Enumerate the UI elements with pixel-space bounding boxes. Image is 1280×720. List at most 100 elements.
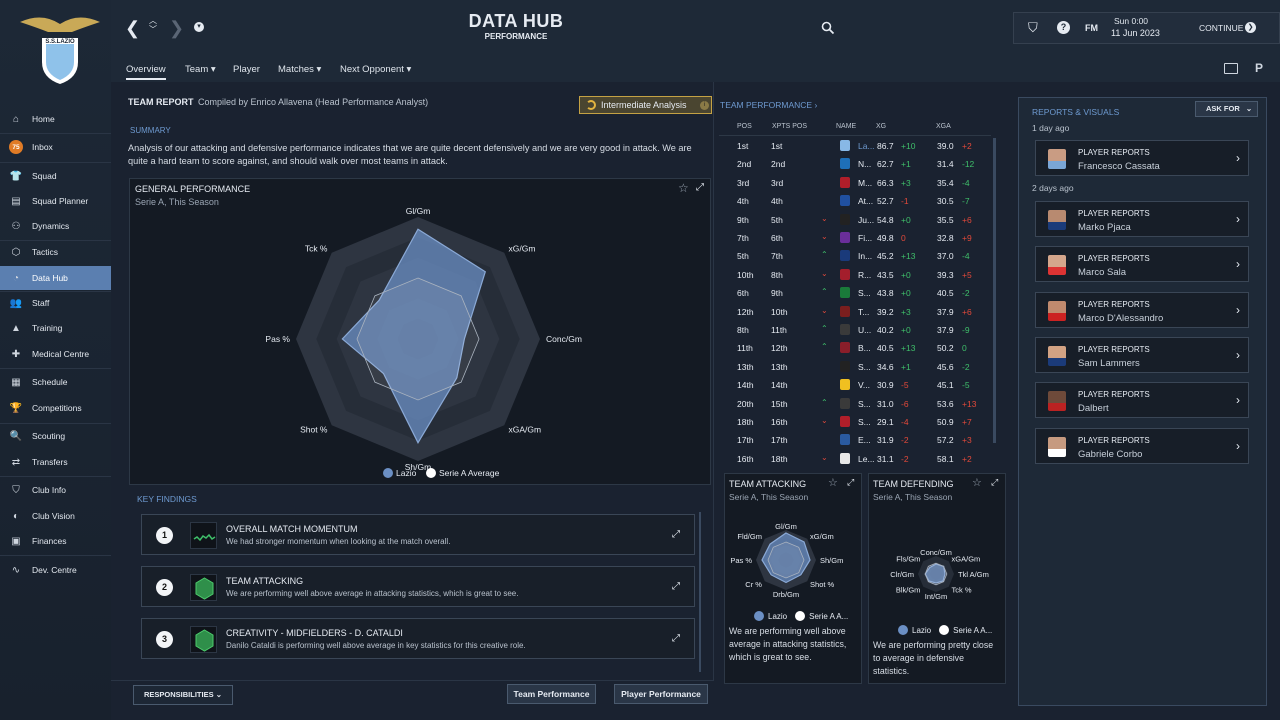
team-name-cell: Le... [858,453,875,464]
sidebar-item-competitions[interactable]: 🏆 Competitions [0,396,111,420]
player-report-item[interactable]: PLAYER REPORTS Dalbert › [1035,382,1249,418]
table-row[interactable]: 18th 16th ⌄ S... 29.1 -4 50.9 +7 [733,413,998,431]
team-performance-button[interactable]: Team Performance [507,684,596,704]
search-icon: 🔍 [9,430,23,442]
sidebar-item-dev-centre[interactable]: ∿ Dev. Centre [0,558,111,582]
chevron-right-icon: › [1236,257,1240,271]
sidebar-item-club-info[interactable]: ⛉ Club Info [0,478,111,502]
club-badge-icon [840,250,850,262]
table-row[interactable]: 20th 15th ⌃ S... 31.0 -6 53.6 +13 [733,395,998,413]
player-performance-button[interactable]: Player Performance [614,684,708,704]
table-row[interactable]: 8th 11th ⌃ U... 40.2 +0 37.9 -9 [733,321,998,339]
table-row[interactable]: 6th 9th ⌃ S... 43.8 +0 40.5 -2 [733,284,998,302]
sidebar-item-squad-planner[interactable]: ▤ Squad Planner [0,189,111,213]
tab-next-opponent[interactable]: Next Opponent ▾ [340,64,411,75]
table-row[interactable]: 17th 17th E... 31.9 -2 57.2 +3 [733,431,998,449]
info-icon[interactable]: i [700,101,709,110]
table-row[interactable]: 4th 4th At... 52.7 -1 30.5 -7 [733,192,998,210]
pos-cell: 16th [737,453,754,464]
table-row[interactable]: 7th 6th ⌄ Fi... 49.8 0 32.8 +9 [733,229,998,247]
defending-radar-axis-label: Tkl A/Gm [958,570,989,579]
xga-cell: 40.5 [937,288,954,299]
ask-for-button[interactable]: ASK FOR ⌄ [1195,101,1258,117]
sidebar-item-medical-centre[interactable]: ✚ Medical Centre [0,342,111,366]
sidebar-item-schedule[interactable]: ▦ Schedule [0,370,111,394]
table-row[interactable]: 14th 14th V... 30.9 -5 45.1 -5 [733,376,998,394]
table-row[interactable]: 12th 10th ⌄ T... 39.2 +3 37.9 +6 [733,303,998,321]
sidebar-item-transfers[interactable]: ⇄ Transfers [0,450,111,474]
key-finding-item[interactable]: 1 OVERALL MATCH MOMENTUM We had stronger m… [141,514,695,555]
expand-icon[interactable]: ⤢ [847,477,854,488]
sidebar-item-squad[interactable]: 👕 Squad [0,164,111,188]
xga-cell: 58.1 [937,453,954,464]
sidebar-item-club-vision[interactable]: ◐ Club Vision [0,504,111,528]
history-dropdown-icon[interactable]: ▾ [194,22,204,32]
club-shield-icon[interactable]: ⛉ [1028,20,1038,36]
sidebar-item-training[interactable]: ▲ Training [0,316,111,340]
finding-title: TEAM ATTACKING [226,576,304,586]
table-row[interactable]: 1st 1st La... 86.7 +10 39.0 +2 [733,137,998,155]
fm-menu-button[interactable]: FM [1085,23,1098,33]
expand-icon[interactable]: ⤢ [672,633,680,644]
player-report-item[interactable]: PLAYER REPORTS Francesco Cassata › [1035,140,1249,176]
screen-icon[interactable] [1224,63,1238,74]
sidebar-item-tactics[interactable]: ⬡ Tactics [0,240,111,264]
table-row[interactable]: 16th 18th ⌄ Le... 31.1 -2 58.1 +2 [733,450,998,468]
sidebar-item-scouting[interactable]: 🔍 Scouting [0,424,111,448]
team-name-cell: R... [858,269,872,280]
key-finding-item[interactable]: 3 CREATIVITY - MIDFIELDERS - D. CATALDI Da… [141,618,695,659]
xpts-pos-cell: 6th [771,233,783,243]
player-report-item[interactable]: PLAYER REPORTS Marco Sala › [1035,246,1249,282]
table-row[interactable]: 13th 13th S... 34.6 +1 45.6 -2 [733,358,998,376]
team-defending-title: TEAM DEFENDING [873,479,954,489]
tab-player[interactable]: Player [233,64,260,75]
table-row[interactable]: 2nd 2nd N... 62.7 +1 31.4 -12 [733,155,998,173]
key-finding-item[interactable]: 2 TEAM ATTACKING We are performing well ab… [141,566,695,607]
sidebar-item-staff[interactable]: 👥 Staff [0,291,111,315]
defending-radar-axis-label: Int/Gm [925,592,948,601]
player-report-item[interactable]: PLAYER REPORTS Marco D'Alessandro › [1035,292,1249,328]
pos-cell: 6th [737,288,749,299]
expand-icon[interactable]: ⤢ [672,581,680,592]
expand-icon[interactable]: ⤢ [991,477,998,488]
report-player-name: Sam Lammers [1078,358,1140,369]
player-report-item[interactable]: PLAYER REPORTS Marko Pjaca › [1035,201,1249,237]
table-row[interactable]: 10th 8th ⌄ R... 43.5 +0 39.3 +5 [733,266,998,284]
back-icon[interactable]: ❮ [125,18,140,39]
xg-cell: 40.5 [877,343,894,354]
table-row[interactable]: 5th 7th ⌃ In... 45.2 +13 37.0 -4 [733,247,998,265]
sidebar-item-home[interactable]: ⌂ Home [0,107,111,131]
sidebar-item-inbox[interactable]: 75 Inbox [0,135,111,159]
table-row[interactable]: 3rd 3rd M... 66.3 +3 35.4 -4 [733,174,998,192]
continue-button[interactable]: CONTINUE [1199,23,1243,33]
search-icon[interactable] [821,21,835,35]
star-icon[interactable]: ☆ [828,476,838,489]
momentum-chart-icon [190,522,217,549]
table-row[interactable]: 11th 12th ⌃ B... 40.5 +13 50.2 0 [733,339,998,357]
team-performance-link[interactable]: TEAM PERFORMANCE › [720,100,817,110]
sidebar-item-data-hub[interactable]: ◔ Data Hub [0,266,111,290]
responsibilities-button[interactable]: RESPONSIBILITIES ⌄ [133,685,233,705]
arrow-down-icon: ⌄ [821,232,828,241]
findings-scrollbar[interactable] [699,512,701,672]
sidebar-item-finances[interactable]: ▣ Finances [0,529,111,553]
page-title: DATA HUB [468,11,564,31]
tab-overview[interactable]: Overview [126,64,166,80]
help-icon[interactable]: ? [1057,21,1070,34]
finding-number: 1 [156,527,173,544]
arrow-up-icon: ⌃ [821,287,828,297]
finding-description: We had stronger momentum when looking at… [226,537,451,546]
expand-icon[interactable]: ⤢ [672,529,680,540]
xga-diff-cell: 0 [962,343,967,354]
tab-matches[interactable]: Matches ▾ [278,64,321,75]
star-icon[interactable]: ☆ [972,476,982,489]
up-down-icon[interactable]: ︿ ﹀ [149,16,157,34]
tab-team[interactable]: Team ▾ [185,64,216,75]
player-report-item[interactable]: PLAYER REPORTS Sam Lammers › [1035,337,1249,373]
table-row[interactable]: 9th 5th ⌄ Ju... 54.8 +0 35.5 +6 [733,211,998,229]
sidebar-item-dynamics[interactable]: ⚇ Dynamics [0,214,111,238]
forward-icon[interactable]: ❯ [169,18,184,39]
player-report-item[interactable]: PLAYER REPORTS Gabriele Corbo › [1035,428,1249,464]
continue-arrow-icon[interactable]: ❯ [1245,22,1256,33]
pin-icon[interactable]: P [1255,61,1263,75]
